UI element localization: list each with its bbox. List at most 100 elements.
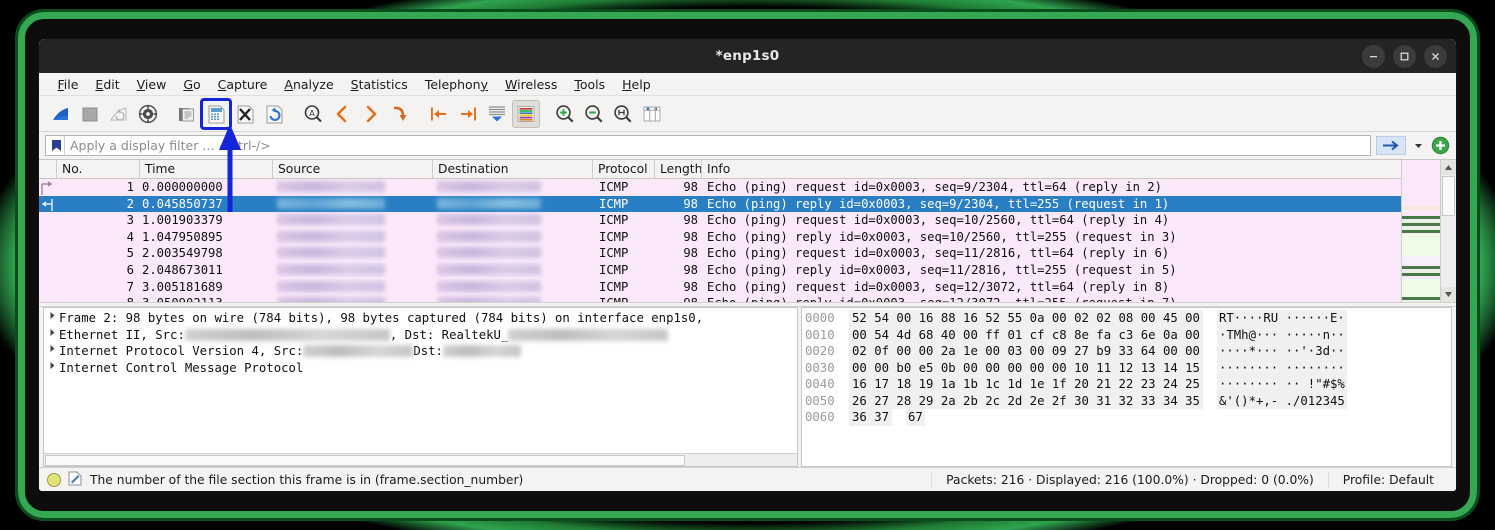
close-button[interactable] — [1424, 44, 1447, 68]
packet-row[interactable]: 83.050902113 ICMP98Echo (ping) reply id=0… — [39, 295, 1456, 302]
packet-details-pane[interactable]: Frame 2: 98 bytes on wire (784 bits), 98… — [43, 307, 798, 467]
column-header-protocol[interactable]: Protocol — [593, 160, 655, 178]
hex-dump-row[interactable]: 0060 36 37 67 — [805, 409, 1451, 426]
packet-list[interactable]: No. Time Source Destination Protocol Len… — [39, 159, 1456, 302]
chevron-down-icon[interactable] — [1411, 136, 1426, 155]
packet-row[interactable]: 2 0.045850737 ICMP 98 Echo (ping) reply id=0… — [39, 195, 1456, 213]
menu-edit[interactable]: Edit — [87, 73, 128, 96]
restart-capture-icon[interactable] — [105, 100, 133, 128]
packet-length: 98 — [683, 180, 698, 194]
packet-row[interactable]: 1 0.000000000 ICMP 98 Echo (ping) request id… — [39, 179, 1456, 196]
menu-bar: File Edit View Go Capture Analyze Statistics Te… — [39, 73, 1456, 96]
hex-dump-row[interactable]: 0040 16 17 18 19 1a 1b 1c 1d 1e 1f 20 21 … — [805, 376, 1451, 393]
hex-offset: 0040 — [805, 377, 835, 391]
menu-accelerator: F — [57, 76, 64, 92]
stop-capture-icon[interactable] — [76, 100, 104, 128]
close-file-icon[interactable] — [231, 100, 259, 128]
zoom-out-icon[interactable] — [580, 100, 608, 128]
hex-dump-row[interactable]: 0030 00 00 b0 e5 0b 00 00 00 00 00 10 11 … — [805, 359, 1451, 376]
go-to-first-packet-icon[interactable] — [425, 100, 453, 128]
menu-help[interactable]: Help — [614, 73, 660, 96]
menu-view[interactable]: View — [128, 73, 175, 96]
profile-label[interactable]: Profile: Default — [1327, 472, 1448, 487]
protocol-tree-row[interactable]: Frame 2: 98 bytes on wire (784 bits), 98… — [46, 310, 797, 327]
packet-row[interactable]: 5 2.003549798 ICMP 98 Echo (ping) request id… — [39, 245, 1456, 262]
expand-triangle-icon[interactable] — [46, 310, 59, 327]
zoom-in-icon[interactable] — [551, 100, 579, 128]
protocol-tree-row[interactable]: Internet Control Message Protocol — [46, 360, 797, 377]
packet-row[interactable]: 6 2.048673011 ICMP 98 Echo (ping) reply id=0… — [39, 261, 1456, 279]
start-capture-icon[interactable] — [47, 100, 75, 128]
maximize-button[interactable] — [1393, 44, 1416, 68]
menu-accelerator: W — [505, 76, 518, 92]
menu-telephony[interactable]: Telephony — [416, 73, 496, 96]
expand-triangle-icon[interactable] — [46, 360, 59, 377]
protocol-tree[interactable]: Frame 2: 98 bytes on wire (784 bits), 98… — [44, 308, 797, 453]
window-controls — [1362, 39, 1447, 73]
packet-list-body[interactable]: 1 0.000000000 ICMP 98 Echo (ping) request id… — [39, 179, 1456, 302]
add-filter-button-icon[interactable] — [1431, 136, 1450, 155]
packet-list-scrollbar[interactable] — [1440, 160, 1456, 302]
go-to-packet-icon[interactable] — [386, 100, 414, 128]
display-filter-input[interactable]: Apply a display filter … <Ctrl-/> — [45, 135, 1371, 156]
minimize-button[interactable] — [1362, 44, 1385, 68]
zoom-reset-icon[interactable] — [609, 100, 637, 128]
expand-triangle-icon[interactable] — [46, 327, 59, 344]
protocol-tree-row[interactable]: Ethernet II, Src: , Dst: RealtekU_ — [46, 327, 797, 344]
menu-go[interactable]: Go — [175, 73, 209, 96]
go-forward-icon[interactable] — [357, 100, 385, 128]
menu-file[interactable]: File — [49, 73, 87, 96]
menu-statistics[interactable]: Statistics — [342, 73, 416, 96]
packet-source — [273, 295, 433, 302]
menu-wireless[interactable]: Wireless — [497, 73, 566, 96]
column-header-destination[interactable]: Destination — [433, 160, 593, 178]
hex-dump-row[interactable]: 0010 00 54 4d 68 40 00 ff 01 cf c8 8e fa … — [805, 326, 1451, 343]
packet-time: 3.050902113 — [140, 295, 273, 302]
packet-row[interactable]: 3 1.001903379 ICMP 98 Echo (ping) request id… — [39, 212, 1456, 229]
capture-file-properties-icon[interactable] — [68, 471, 82, 489]
reload-file-icon[interactable] — [260, 100, 288, 128]
hex-dump-row[interactable]: 0050 26 27 28 29 2a 2b 2c 2d 2e 2f 30 31 … — [805, 392, 1451, 409]
bookmark-icon[interactable] — [48, 136, 65, 155]
expand-triangle-icon[interactable] — [46, 343, 59, 360]
go-to-last-packet-icon[interactable] — [454, 100, 482, 128]
colorize-packets-icon[interactable] — [512, 99, 540, 128]
packet-info: Echo (ping) reply id=0x0003, seq=12/3072… — [702, 295, 1456, 302]
scroll-down-arrow-icon[interactable] — [1441, 287, 1456, 302]
packet-destination — [433, 212, 593, 229]
packet-bytes-pane[interactable]: 0000 52 54 00 16 88 16 52 55 0a 00 02 02 … — [801, 307, 1452, 467]
menu-analyze[interactable]: Analyze — [276, 73, 342, 96]
column-header-time[interactable]: Time — [140, 160, 273, 178]
menu-tools[interactable]: Tools — [566, 73, 614, 96]
scroll-up-arrow-icon[interactable] — [1441, 160, 1456, 175]
packet-row[interactable]: 4 1.047950895 ICMP 98 Echo (ping) reply id=0… — [39, 228, 1456, 246]
column-header-source[interactable]: Source — [273, 160, 433, 178]
protocol-tree-row[interactable]: Internet Protocol Version 4, Src: Dst: — [46, 343, 797, 360]
column-header-info[interactable]: Info — [702, 160, 1456, 178]
resize-columns-icon[interactable] — [638, 100, 666, 128]
menu-accelerator: C — [217, 76, 227, 92]
open-file-icon[interactable] — [173, 100, 201, 128]
expert-info-icon[interactable] — [47, 472, 61, 487]
auto-scroll-icon[interactable] — [483, 100, 511, 128]
go-back-icon[interactable] — [328, 100, 356, 128]
intelligent-scrollbar-map[interactable] — [1401, 160, 1440, 302]
find-packet-icon[interactable]: A — [299, 100, 327, 128]
hex-dump-row[interactable]: 0020 02 0f 00 00 2a 1e 00 03 00 09 27 b9 … — [805, 343, 1451, 360]
redacted-source — [277, 280, 385, 292]
details-scroll-thumb[interactable] — [45, 454, 685, 466]
details-horizontal-scrollbar[interactable] — [44, 453, 797, 466]
column-header-no[interactable]: No. — [57, 160, 140, 178]
packet-row[interactable]: 7 3.005181689 ICMP 98 Echo (ping) request id… — [39, 278, 1456, 296]
menu-capture[interactable]: Capture — [209, 73, 276, 96]
apply-filter-arrow-icon[interactable] — [1376, 136, 1406, 155]
hex-offset: 0050 — [805, 393, 835, 408]
scrollbar-thumb[interactable] — [1442, 176, 1455, 216]
hex-dump-row[interactable]: 0000 52 54 00 16 88 16 52 55 0a 00 02 02 … — [805, 310, 1451, 327]
title-bar: *enp1s0 — [39, 39, 1456, 73]
menu-accelerator: T — [574, 76, 580, 92]
capture-options-icon[interactable] — [134, 100, 162, 128]
column-header-length[interactable]: Length — [655, 160, 702, 178]
redacted-source — [277, 197, 385, 209]
save-file-icon[interactable] — [200, 97, 232, 130]
